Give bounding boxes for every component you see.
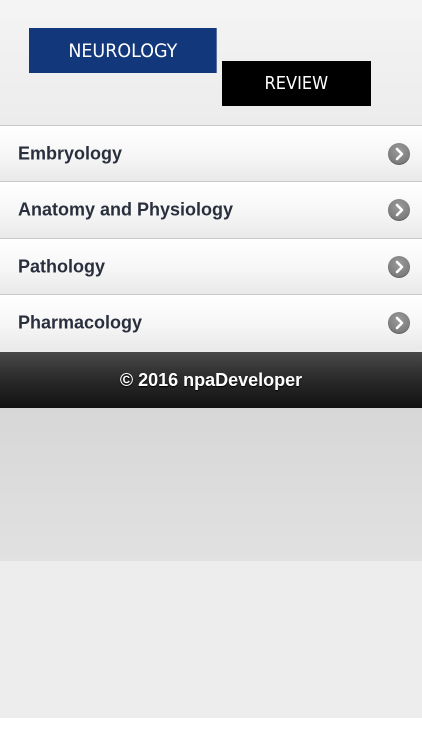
header: NEUROLOGY REVIEW bbox=[0, 0, 422, 125]
logo-review: REVIEW bbox=[222, 61, 371, 106]
bottom-edge bbox=[0, 718, 422, 750]
logo-review-text: REVIEW bbox=[264, 73, 329, 94]
menu-item-embryology[interactable]: Embryology bbox=[0, 125, 422, 181]
chevron-right-icon bbox=[388, 142, 410, 165]
copyright-text: © 2016 npaDeveloper bbox=[119, 369, 303, 390]
footer-bar: © 2016 npaDeveloper bbox=[0, 352, 422, 408]
empty-panel bbox=[0, 408, 422, 561]
logo-neurology: NEUROLOGY bbox=[29, 28, 217, 73]
topic-menu: Embryology Anatomy and Physiology Pathol… bbox=[0, 125, 422, 350]
menu-item-label: Embryology bbox=[18, 143, 123, 163]
logo-neurology-text: NEUROLOGY bbox=[68, 39, 178, 62]
menu-item-anatomy-and-physiology[interactable]: Anatomy and Physiology bbox=[0, 181, 422, 238]
menu-item-pathology[interactable]: Pathology bbox=[0, 238, 422, 294]
app-screen: NEUROLOGY REVIEW Embryology Anatomy and … bbox=[0, 0, 422, 750]
chevron-right-icon bbox=[388, 199, 410, 221]
menu-item-pharmacology[interactable]: Pharmacology bbox=[0, 294, 422, 350]
chevron-right-icon bbox=[388, 311, 410, 334]
menu-item-label: Anatomy and Physiology bbox=[18, 199, 234, 220]
chevron-right-icon bbox=[388, 255, 410, 278]
menu-item-label: Pharmacology bbox=[18, 312, 143, 332]
menu-item-label: Pathology bbox=[18, 256, 106, 276]
